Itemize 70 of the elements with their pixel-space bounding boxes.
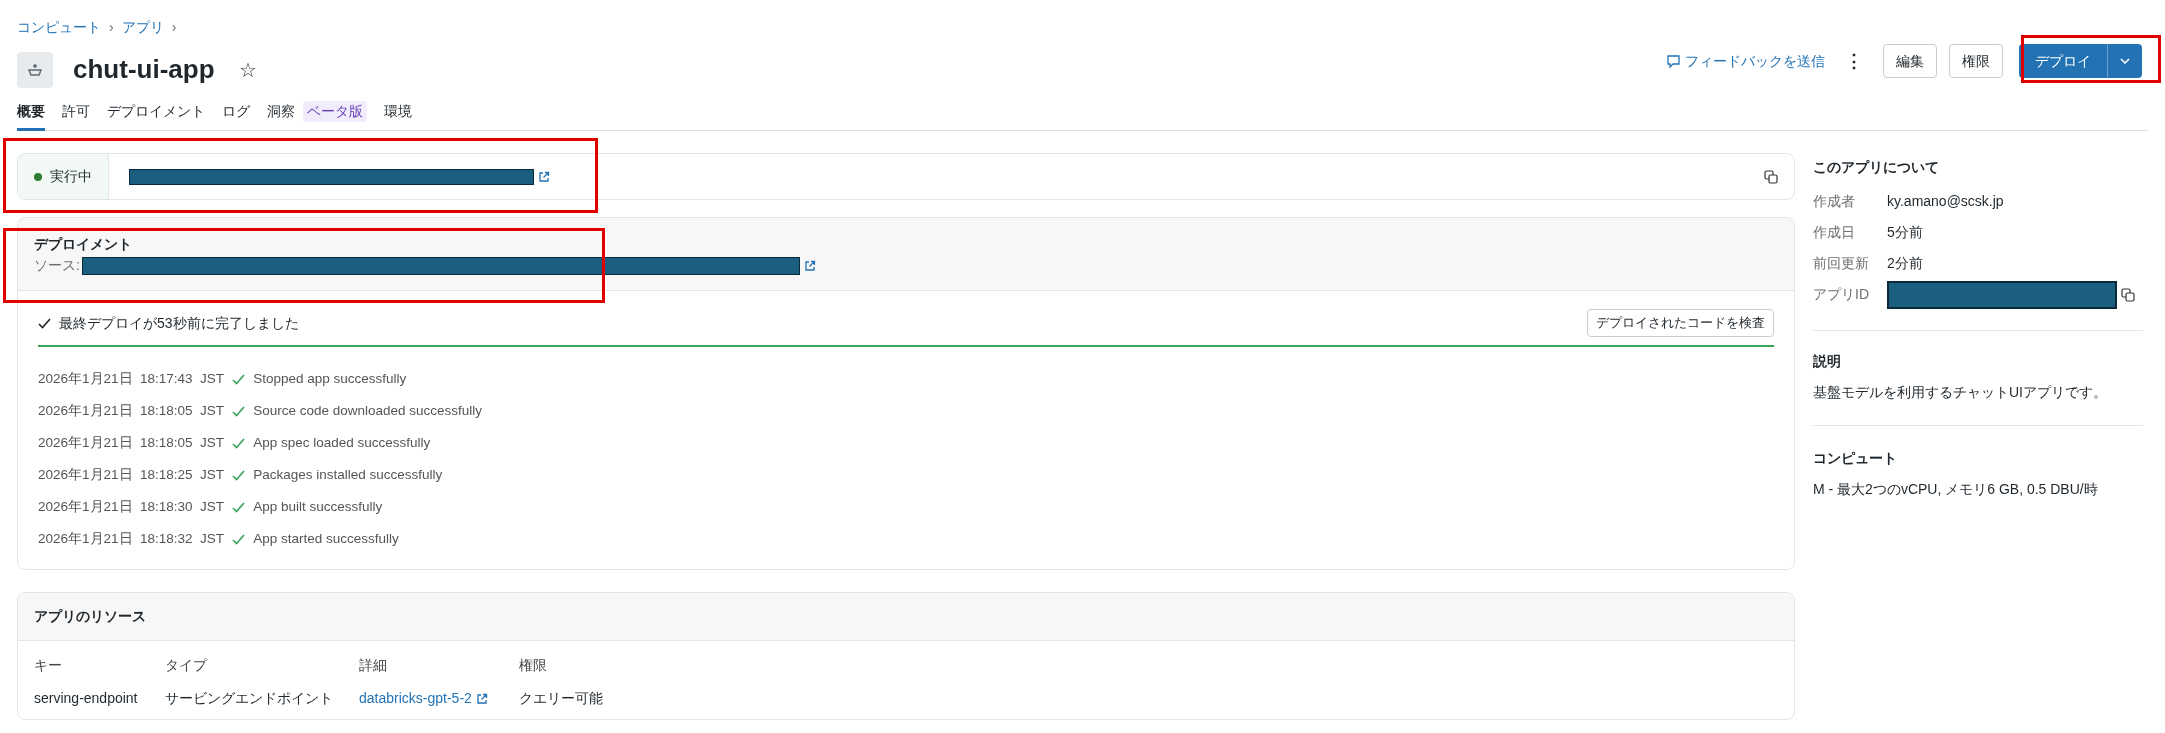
check-icon [232,469,246,481]
log-message: App built successfully [253,497,383,516]
field-label: 前回更新 [1813,254,1870,273]
column-header: タイプ [165,656,209,675]
edit-button[interactable]: 編集 [1883,44,1937,78]
table-cell-text: serving-endpoint [34,689,139,708]
section-title: このアプリについて [1813,158,1940,177]
check-icon [38,317,51,329]
table-cell-text: クエリー可能 [519,689,604,708]
check-icon [232,437,246,449]
feedback-link[interactable]: フィードバックを送信 [1666,50,1825,72]
tab[interactable]: デプロイメント [107,101,205,131]
external-link-icon[interactable] [538,170,550,183]
card-title: アプリのリソース [34,607,146,626]
log-timestamp: 2026年1月21日 18:17:43 JST [38,369,225,388]
table-cell-text: サービングエンドポイント [165,689,334,708]
field-value: 5分前 [1887,223,1923,242]
section-title: 説明 [1813,352,1842,371]
tab[interactable]: 環境 [384,101,412,131]
log-message: Source code downloaded successfully [253,401,482,420]
check-icon [232,533,246,545]
beta-badge: ベータ版 [303,101,367,122]
log-message: App started successfully [253,529,399,548]
inspect-code-button[interactable]: デプロイされたコードを検査 [1587,309,1774,337]
deploy-summary: 最終デプロイが53秒前に完了しました [59,313,299,333]
field-label: アプリID [1813,285,1870,304]
app-icon [17,51,53,88]
tab[interactable]: 許可 [62,101,90,131]
source-label: ソース: [34,256,80,275]
log-timestamp: 2026年1月21日 18:18:32 JST [38,529,225,548]
field-label: 作成日 [1813,223,1856,242]
field-value: ky.amano@scsk.jp [1887,192,2004,211]
field-value: 2分前 [1887,254,1923,273]
permissions-button[interactable]: 権限 [1949,44,2003,78]
log-message: Packages installed successfully [253,465,443,484]
section-title: コンピュート [1813,449,1898,468]
tab[interactable]: 洞察 ベータ版 [267,101,367,131]
app-title: chut-ui-app [73,53,215,86]
breadcrumb-link[interactable]: アプリ [121,16,164,38]
status-label: 実行中 [50,167,92,186]
card-title: デプロイメント [34,235,133,254]
log-message: Stopped app successfully [253,369,407,388]
log-timestamp: 2026年1月21日 18:18:25 JST [38,465,225,484]
tab[interactable]: 概要 [17,101,45,131]
breadcrumb-separator: › [171,17,177,37]
breadcrumb-separator: › [109,17,114,37]
log-message: App spec loaded successfully [253,433,431,452]
check-icon [232,501,246,513]
chevron-down-icon [2120,58,2130,64]
chat-icon [1666,53,1681,69]
column-header: キー [34,656,63,675]
more-menu-icon[interactable]: ⋮ [1837,47,1871,75]
external-link-icon[interactable] [803,259,816,272]
compute-text: M - 最大2つのvCPU, メモリ6 GB, 0.5 DBU/時 [1813,480,2099,499]
check-icon [232,373,246,385]
copy-icon[interactable] [2121,287,2135,302]
description-text: 基盤モデルを利用するチャットUIアプリです。 [1813,383,2108,402]
check-icon [232,405,246,417]
external-link-icon[interactable] [475,692,488,705]
log-timestamp: 2026年1月21日 18:18:05 JST [38,433,225,452]
resource-link[interactable]: databricks-gpt-5-2 [359,688,472,709]
column-header: 詳細 [359,656,388,675]
log-timestamp: 2026年1月21日 18:18:05 JST [38,401,225,420]
star-icon[interactable]: ☆ [238,54,257,85]
field-label: 作成者 [1813,192,1856,211]
tab[interactable]: ログ [222,101,250,131]
log-timestamp: 2026年1月21日 18:18:30 JST [38,497,225,516]
column-header: 権限 [519,656,548,675]
breadcrumb-link[interactable]: コンピュート [17,16,101,38]
copy-icon[interactable] [1764,169,1778,184]
